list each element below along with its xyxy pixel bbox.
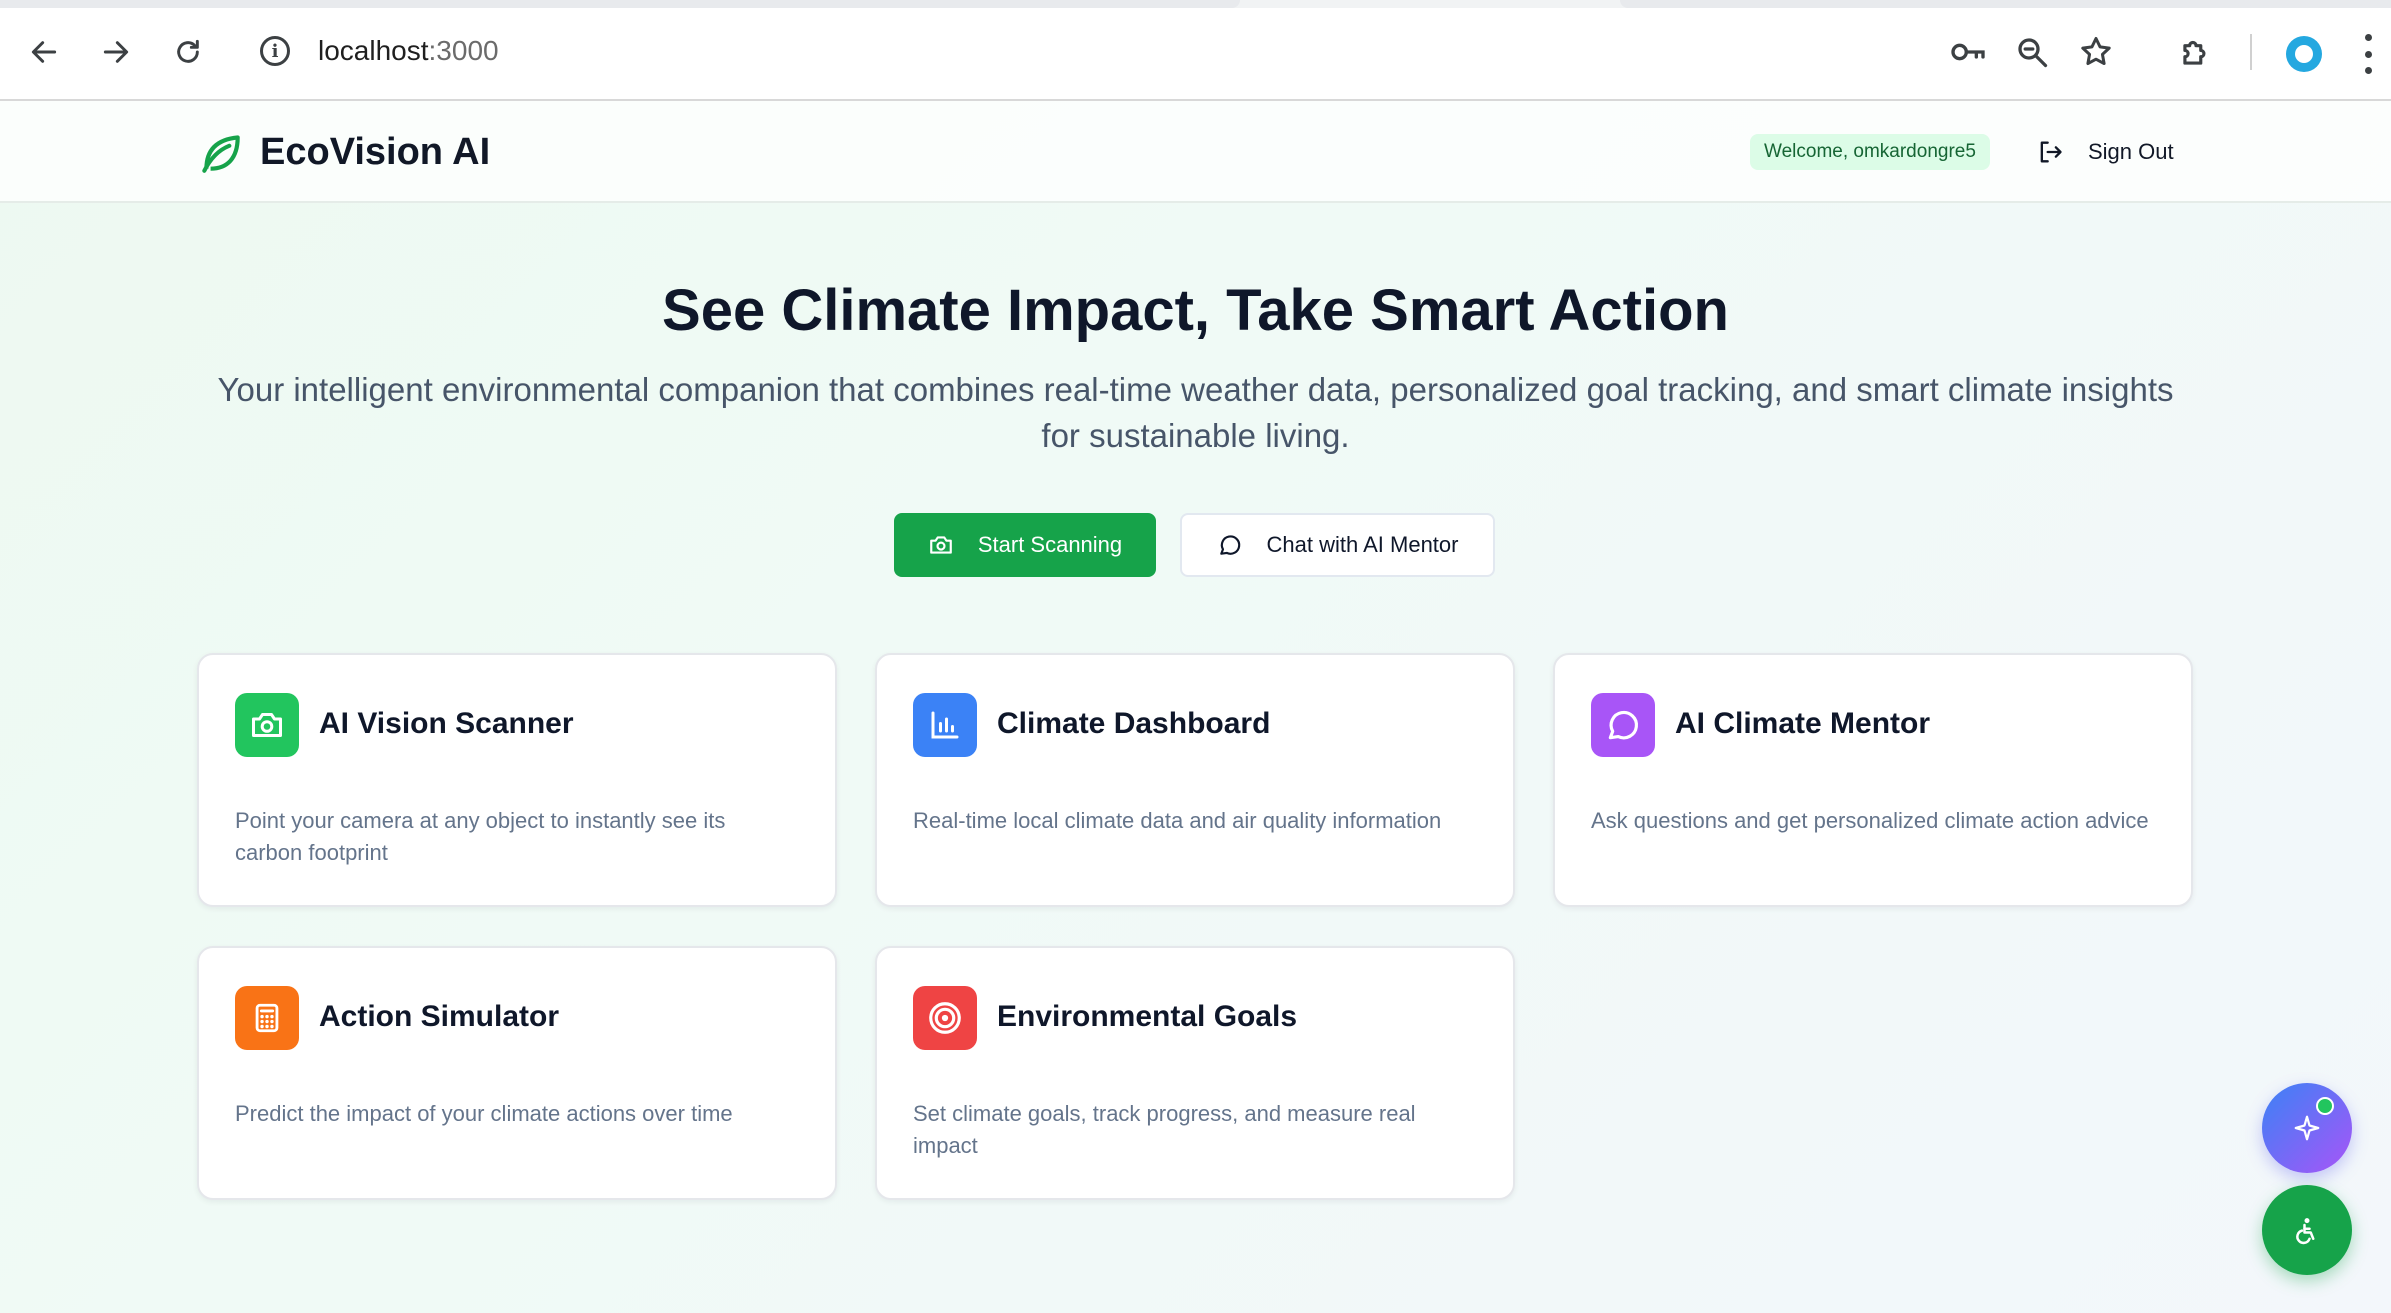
url-host: localhost [318,35,429,66]
address-url[interactable]: localhost:3000 [318,35,499,67]
hero-title: See Climate Impact, Take Smart Action [662,278,1729,343]
browser-toolbar: i localhost:3000 [0,0,2391,101]
url-port: :3000 [428,35,499,66]
sparkle-icon [2294,1115,2320,1141]
address-bar[interactable]: i localhost:3000 [240,18,2146,84]
start-scanning-label: Start Scanning [977,532,1123,557]
feature-card-climate-dashboard[interactable]: Climate Dashboard Real-time local climat… [875,653,1515,907]
card-title: Action Simulator [319,1000,560,1033]
zoom-icon[interactable] [2010,30,2054,74]
accessibility-fab[interactable] [2262,1185,2352,1275]
password-key-icon[interactable] [1946,30,1990,74]
app-header: EcoVision AI Welcome, omkardongre5 Sign … [0,101,2391,203]
feature-card-action-simulator[interactable]: Action Simulator Predict the impact of y… [197,946,837,1200]
card-title: Climate Dashboard [997,707,1271,740]
card-title: Environmental Goals [997,1000,1298,1033]
site-info-icon[interactable]: i [260,36,290,66]
feature-card-environmental-goals[interactable]: Environmental Goals Set climate goals, t… [875,946,1515,1200]
card-title: AI Climate Mentor [1675,707,1931,740]
feature-card-ai-climate-mentor[interactable]: AI Climate Mentor Ask questions and get … [1553,653,2193,907]
forward-arrow-icon[interactable] [92,28,140,76]
sign-out-label: Sign Out [2088,139,2174,164]
sign-out-button[interactable]: Sign Out [2036,129,2174,175]
card-description: Real-time local climate data and air qua… [913,808,1442,833]
card-description: Predict the impact of your climate actio… [235,1101,733,1126]
camera-icon [235,693,299,757]
ai-assistant-fab[interactable] [2262,1083,2352,1173]
toolbar-separator [2250,34,2252,70]
calculator-icon [235,986,299,1050]
welcome-badge: Welcome, omkardongre5 [1750,134,1990,170]
logo[interactable]: EcoVision AI [196,127,490,177]
menu-icon[interactable] [2362,34,2374,74]
accessibility-icon [2296,1218,2315,1245]
chat-bubble-icon [1591,693,1655,757]
app-root: EcoVision AI Welcome, omkardongre5 Sign … [0,101,2391,1313]
camera-icon [930,536,952,554]
card-description: Set climate goals, track progress, and m… [913,1101,1416,1158]
feature-card-ai-vision-scanner[interactable]: AI Vision Scanner Point your camera at a… [197,653,837,907]
logo-text: EcoVision AI [260,130,491,173]
online-status-dot [2316,1097,2334,1115]
bar-chart-icon [913,693,977,757]
profile-icon[interactable] [2286,36,2322,72]
hero-subtitle: Your intelligent environmental companion… [217,371,2174,454]
sign-out-icon [2040,141,2062,163]
chat-ai-mentor-label: Chat with AI Mentor [1266,532,1459,557]
card-description: Ask questions and get personalized clima… [1591,808,2149,833]
card-description: Point your camera at any object to insta… [235,808,726,865]
start-scanning-button[interactable]: Start Scanning [894,513,1156,577]
chat-ai-mentor-button[interactable]: Chat with AI Mentor [1180,513,1495,577]
tab-edge-right [1620,0,2391,8]
leaf-icon [202,135,240,173]
back-arrow-icon[interactable] [20,28,68,76]
chat-bubble-icon [1219,535,1240,555]
tab-edge-left [0,0,1240,8]
card-title: AI Vision Scanner [319,707,574,740]
extensions-icon[interactable] [2174,30,2218,74]
reload-icon[interactable] [164,28,212,76]
bookmark-star-icon[interactable] [2074,30,2118,74]
target-icon [913,986,977,1050]
